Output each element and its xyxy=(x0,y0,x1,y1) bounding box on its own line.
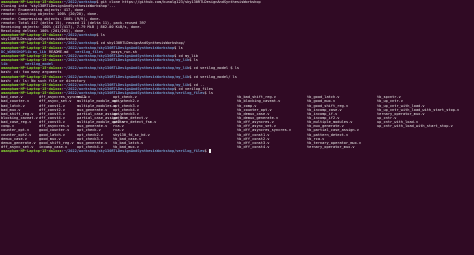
command-text: cd verilog_model/ ls xyxy=(193,74,237,79)
directory-entry: verilog_model xyxy=(25,62,54,67)
file-entry: tb_dff_const4.v xyxy=(237,144,270,149)
file-entry: ternary_operator_mux.v xyxy=(307,144,355,149)
file-entry: yosys_run.sh xyxy=(111,49,137,54)
terminal-cursor[interactable] xyxy=(208,149,211,153)
file-entry: dff_async_set.v xyxy=(1,144,34,149)
directory-entry: verilog_files xyxy=(75,49,104,54)
prompt-line: amanpham-HP-Laptop-15-da1xxx:~/2022/work… xyxy=(1,149,473,153)
file-entry: incomp_case.v xyxy=(39,144,68,149)
prompt-path: ~/2022/workshop/sky130RTLDesignAndSynthe… xyxy=(63,149,205,154)
file-entry: tb_bad_mux.v xyxy=(113,144,139,149)
command-text: cd verilog_model $ ls xyxy=(193,66,240,71)
file-entry: README.md xyxy=(49,49,69,54)
command-text: git clone https://github.com/kunalg123/s… xyxy=(100,0,261,4)
directory-listing-row: DC_WORKSHOP lib my_lib README.md verilog_fil… xyxy=(1,50,473,54)
terminal-window[interactable]: amanpham-HP-Laptop-15-da1xxx:~/2022/work… xyxy=(0,0,474,255)
directory-entry: lib xyxy=(1,62,8,67)
command-text: ls xyxy=(100,33,105,38)
file-listing-row: dff_async_set.v incomp_case.v opt_check4.v… xyxy=(1,145,473,149)
terminal-output: amanpham-HP-Laptop-15-da1xxx:~/2022/work… xyxy=(1,0,473,153)
prompt-path: ~/2022/workshop/sky130RTLDesignAndSynthe… xyxy=(63,66,190,71)
directory-entry: DC_WORKSHOP xyxy=(1,49,25,54)
directory-entry: my_lib xyxy=(33,49,46,54)
directory-listing-row: lib verilog_model xyxy=(1,62,473,66)
prompt-user: amanpham-HP-Laptop-15-da1xxx xyxy=(1,74,62,79)
file-entry: opt_check4.v xyxy=(77,144,103,149)
directory-entry: lib xyxy=(25,49,32,54)
prompt-user: amanpham-HP-Laptop-15-da1xxx xyxy=(1,149,62,154)
prompt-path: ~/2022/workshop/sky130RTLDesignAndSynthe… xyxy=(63,74,190,79)
